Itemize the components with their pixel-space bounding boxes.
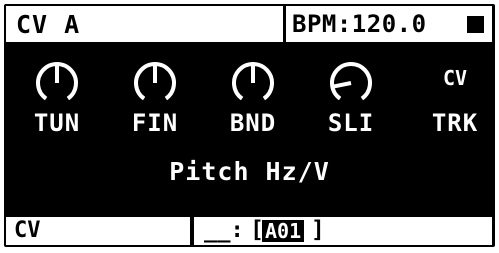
parameter-description: Pitch Hz/V <box>169 157 330 186</box>
page-label: CV <box>14 218 41 243</box>
tempo-readout: BPM:120.0 <box>292 10 427 38</box>
knob-dial-icon <box>134 62 176 101</box>
bracket-close: ] <box>311 217 325 243</box>
pattern-prefix: __: <box>204 218 244 243</box>
param-label-sli: SLI <box>327 109 375 137</box>
param-label-fin: FIN <box>131 109 179 137</box>
knob-sli[interactable] <box>328 60 374 106</box>
knob-ring <box>330 62 372 101</box>
knob-bnd[interactable] <box>230 60 276 106</box>
knob-fin[interactable] <box>132 60 178 106</box>
pattern-indicator: __: [ A01 ] <box>194 217 492 245</box>
page-indicator: CV <box>6 217 190 245</box>
knob-pointer <box>332 81 352 89</box>
tempo-bar: BPM:120.0 <box>286 6 492 42</box>
track-title-bar: CV A <box>6 6 283 42</box>
knob-dial-icon <box>330 62 372 101</box>
stop-icon <box>467 16 484 33</box>
knob-tun[interactable] <box>34 60 80 106</box>
knob-dial-icon <box>36 62 78 101</box>
knob-dial-icon <box>232 62 274 101</box>
device-screen: CV A BPM:120.0 TUN FIN BND SLI CV TRK Pi… <box>4 4 495 247</box>
cv-track-badge: CV <box>442 66 468 90</box>
pattern-slot[interactable]: A01 <box>262 220 305 242</box>
param-label-trk[interactable]: TRK <box>415 109 495 137</box>
param-label-tun: TUN <box>33 109 81 137</box>
track-title: CV A <box>16 10 81 39</box>
param-label-bnd: BND <box>229 109 277 137</box>
